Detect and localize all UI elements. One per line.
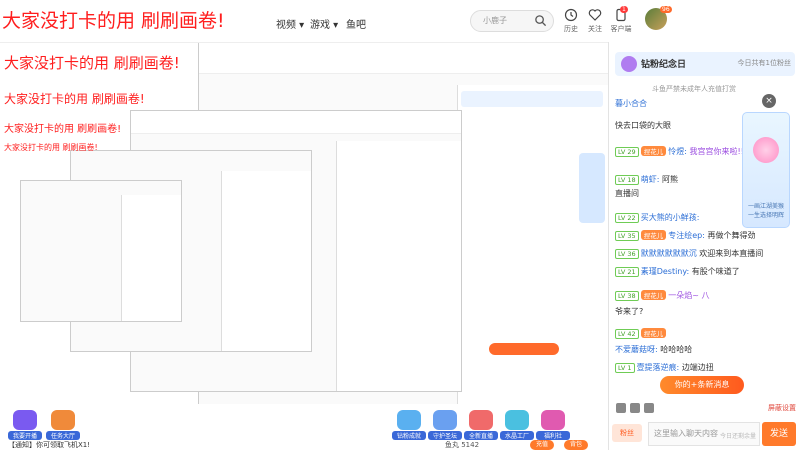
chat-line: LV 35 捏花儿 专注绘ep: 再做个舞得劲 bbox=[615, 230, 755, 241]
gift-popup[interactable]: 一画江湖美猴 一生选择明辉 bbox=[742, 112, 790, 228]
task-hall-icon bbox=[51, 410, 75, 430]
chat-line: LV 21 素瑾Destiny: 有股个味道了 bbox=[615, 266, 740, 277]
nav-fishbar[interactable]: 鱼吧 bbox=[346, 16, 366, 31]
chat-toolbar: 屏蔽设置 bbox=[612, 402, 796, 416]
chat-input-area: 粉丝 这里输入聊天内容 今日还剩余量 发送 bbox=[612, 418, 796, 448]
gift-guardian[interactable]: 守护圣坛 bbox=[428, 410, 462, 444]
avatar-level-badge: 96 bbox=[660, 6, 672, 13]
chat-line: LV 1 壹提落逆痕: 边端边扭 bbox=[615, 362, 714, 373]
copy3-chat-panel bbox=[221, 171, 311, 351]
chat-line: LV 29 捏花儿 怜煜: 我宫宫你来啦!! bbox=[615, 146, 744, 157]
chat-line: 暮小合合 bbox=[615, 99, 647, 108]
copy2-chat-panel bbox=[336, 141, 461, 391]
copy4-chat-panel bbox=[121, 195, 181, 321]
chat-line: 直播间 bbox=[615, 189, 639, 198]
chat-line: 不爱蘑菇呀: 哈哈哈哈 bbox=[615, 345, 693, 354]
client-badge: 1 bbox=[620, 6, 628, 13]
gift-new-live[interactable]: 全新直播 bbox=[464, 410, 498, 444]
rank-count: 今日共有1位粉丝 bbox=[737, 59, 791, 67]
copy-chat-panel bbox=[457, 85, 608, 405]
diamond-fan-icon bbox=[621, 56, 637, 72]
rank-title: 钻粉纪念日 bbox=[641, 60, 687, 70]
copy2-topnav bbox=[131, 111, 461, 134]
backpack-button[interactable]: 背包 bbox=[564, 440, 588, 450]
chat-line: LV 36 默默默默默默沉 欢迎来到本直播间 bbox=[615, 248, 763, 259]
search-input[interactable]: 小鹿子 bbox=[470, 10, 554, 32]
welfare-icon bbox=[541, 410, 565, 430]
new-live-icon bbox=[469, 410, 493, 430]
nav-video[interactable]: 视频 ▾ bbox=[276, 16, 304, 31]
follow-button[interactable]: 关注 bbox=[582, 8, 608, 38]
chat-input-placeholder: 这里输入聊天内容 bbox=[654, 429, 718, 438]
gift-bar: 我要开播 任务大厅 钻粉成就 守护圣坛 全新直播 水晶工厂 福利社 bbox=[0, 404, 608, 450]
new-message-button[interactable]: 你的+条新消息 bbox=[660, 376, 744, 394]
gift-start-live[interactable]: 我要开播 bbox=[8, 410, 42, 444]
fan-button[interactable]: 粉丝 bbox=[612, 424, 642, 442]
notice-text: 【通知】你可领取飞机X1! bbox=[8, 441, 91, 449]
bag-icon[interactable] bbox=[644, 403, 654, 413]
guardian-icon bbox=[433, 410, 457, 430]
gift-popup-label: 一画江湖美猴 一生选择明辉 bbox=[747, 203, 784, 219]
lotus-icon bbox=[753, 137, 779, 163]
emoji-icon[interactable] bbox=[616, 403, 626, 413]
gift-task-hall[interactable]: 任务大厅 bbox=[46, 410, 80, 444]
chat-line: LV 18 萌虾: 阿熊 bbox=[615, 174, 678, 185]
chat-line: LV 38 捏花儿 一朵焰~ 八 bbox=[615, 290, 709, 301]
close-popup-button[interactable]: × bbox=[762, 94, 776, 108]
chat-line: LV 22 买大熊的小鲜孩: bbox=[615, 212, 699, 223]
search-placeholder: 小鹿子 bbox=[483, 16, 507, 25]
copy-rank-tab bbox=[461, 91, 603, 107]
recursive-screenshot-4 bbox=[20, 180, 182, 322]
overlay-title: 大家没打卡的用 刷刷画卷! bbox=[2, 10, 225, 32]
fishball-count: 鱼丸 5142 bbox=[445, 441, 480, 449]
rank-tab[interactable]: 钻粉纪念日 今日共有1位粉丝 bbox=[615, 52, 795, 76]
overlay-title-5: 大家没打卡的用 刷刷画卷! bbox=[4, 143, 98, 152]
chat-input-sub: 今日还剩余量 bbox=[719, 433, 756, 440]
block-settings[interactable]: 屏蔽设置 bbox=[768, 403, 796, 413]
copy-new-msg bbox=[489, 343, 559, 355]
overlay-title-3: 大家没打卡的用 刷刷画卷! bbox=[4, 92, 145, 106]
copy-gift-popup bbox=[579, 153, 605, 223]
start-live-icon bbox=[13, 410, 37, 430]
gift-welfare[interactable]: 福利社 bbox=[536, 410, 570, 444]
gift-crystal[interactable]: 水晶工厂 bbox=[500, 410, 534, 444]
overlay-title-2: 大家没打卡的用 刷刷画卷! bbox=[4, 54, 180, 72]
history-button[interactable]: 历史 bbox=[558, 8, 584, 38]
chat-line: 爷来了? bbox=[615, 307, 644, 316]
diamond-fan-gift-icon bbox=[397, 410, 421, 430]
crystal-icon bbox=[505, 410, 529, 430]
chat-line: 快去口袋的大眼 bbox=[615, 121, 671, 130]
chat-line: LV 42 捏花儿 bbox=[615, 328, 668, 339]
clock-icon bbox=[564, 8, 578, 22]
chat-input[interactable]: 这里输入聊天内容 今日还剩余量 bbox=[648, 422, 760, 446]
nav-games[interactable]: 游戏 ▾ bbox=[310, 16, 338, 31]
send-button[interactable]: 发送 bbox=[762, 422, 796, 446]
overlay-title-4: 大家没打卡的用 刷刷画卷! bbox=[4, 124, 122, 135]
minor-notice: 斗鱼严禁未成年人充值打赏 bbox=[652, 85, 736, 93]
heart-icon bbox=[588, 9, 602, 21]
gift-icon[interactable] bbox=[630, 403, 640, 413]
gift-diamond-fan[interactable]: 钻粉成就 bbox=[392, 410, 426, 444]
search-icon[interactable] bbox=[534, 14, 547, 27]
recharge-button[interactable]: 充值 bbox=[530, 440, 554, 450]
copy-topnav bbox=[199, 43, 609, 74]
